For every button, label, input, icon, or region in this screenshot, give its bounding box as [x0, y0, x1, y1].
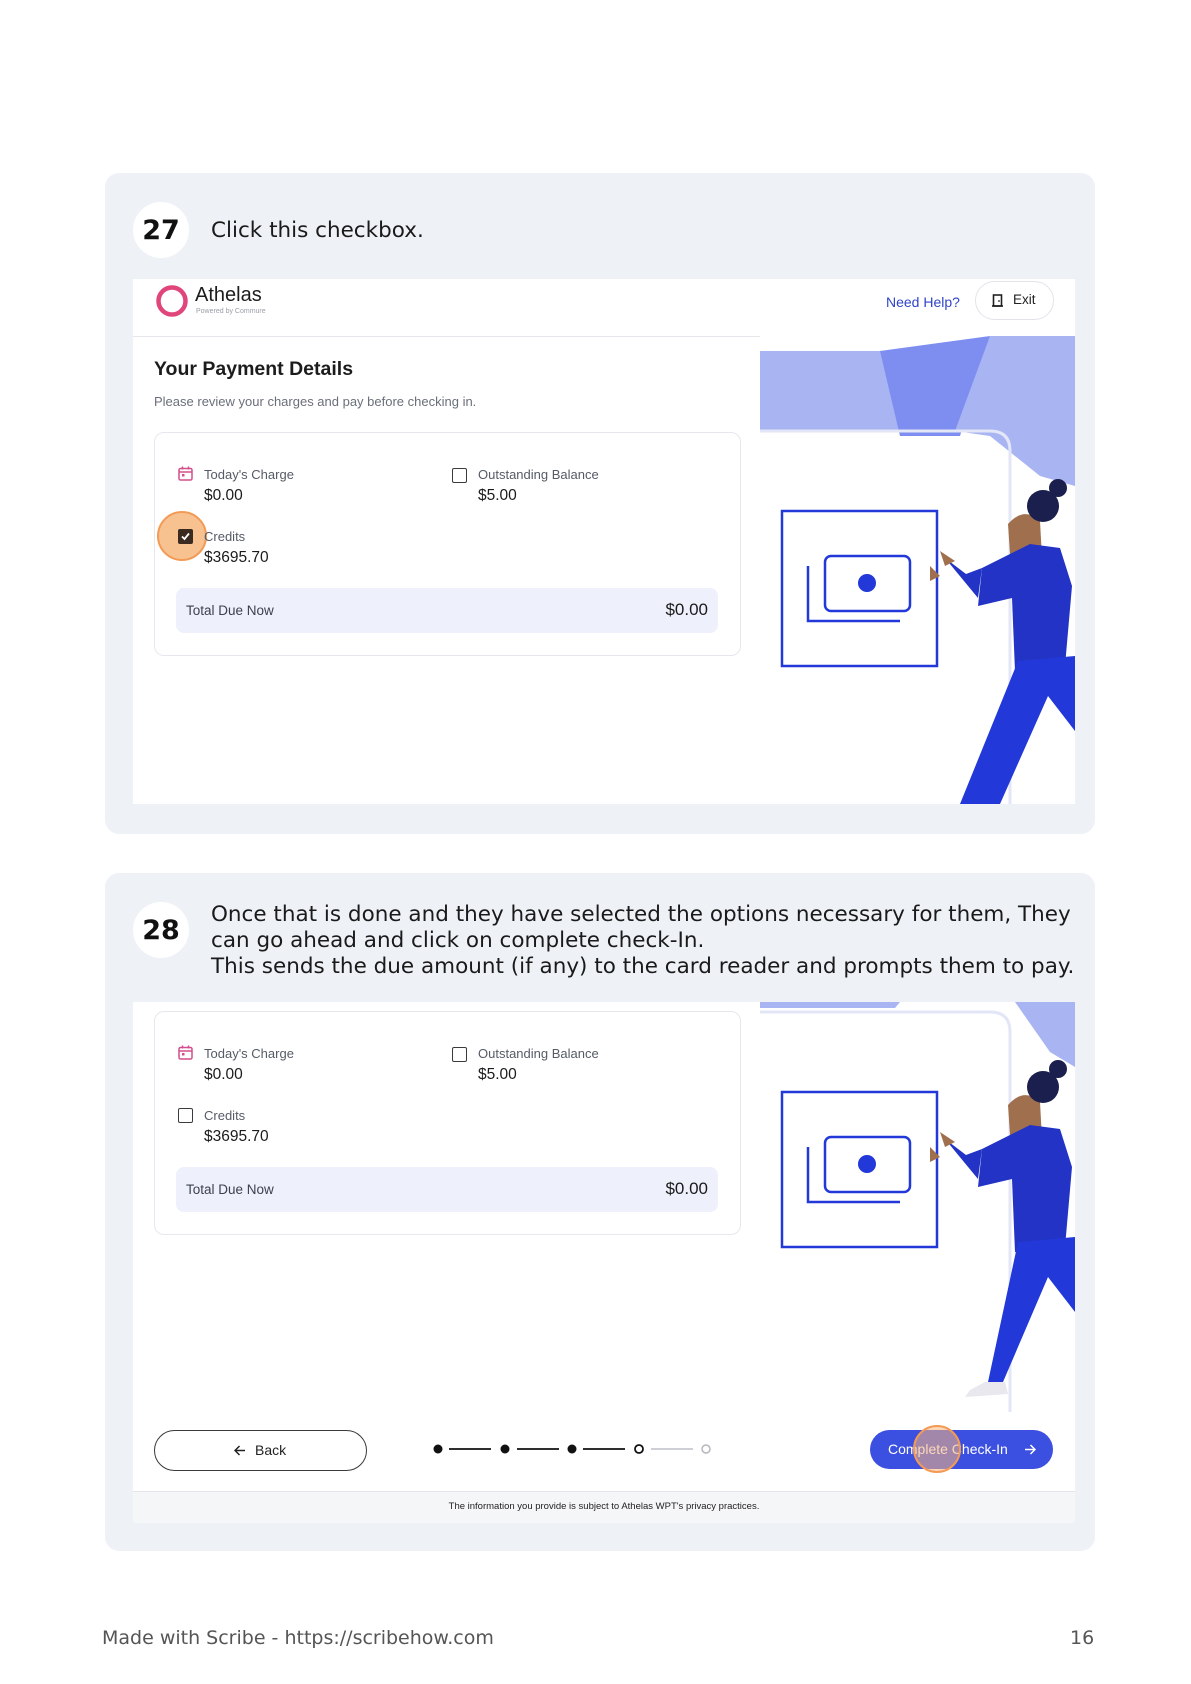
credits-checkbox[interactable] [178, 529, 193, 544]
step-instruction: Click this checkbox. [211, 218, 424, 243]
complete-check-in-button[interactable]: Complete Check-In [870, 1425, 1053, 1473]
exit-label: Exit [1013, 292, 1036, 307]
credits-checkbox[interactable] [178, 1108, 193, 1123]
todays-charge-label: Today's Charge [204, 467, 294, 482]
credits-value: $3695.70 [204, 1128, 269, 1145]
step-instruction-line-2: can go ahead and click on complete check… [211, 928, 705, 953]
arrow-left-icon [234, 1445, 245, 1456]
outstanding-balance-checkbox[interactable] [452, 468, 467, 483]
made-with-scribe: Made with Scribe - https://scribehow.com [102, 1627, 494, 1649]
exit-button[interactable]: Exit [975, 281, 1054, 320]
step-number: 28 [133, 902, 189, 958]
todays-charge-value: $0.00 [204, 487, 243, 504]
page-subtitle: Please review your charges and pay befor… [154, 394, 477, 409]
step-instruction-line-3: This sends the due amount (if any) to th… [211, 954, 1075, 979]
outstanding-balance-value: $5.00 [478, 487, 517, 504]
need-help-link[interactable]: Need Help? [886, 294, 960, 310]
brand-subtitle: Powered by Commure [196, 308, 266, 315]
credits-value: $3695.70 [204, 549, 269, 566]
charges-panel: Today's Charge $0.00 Outstanding Balance… [154, 432, 741, 656]
outstanding-balance-checkbox[interactable] [452, 1047, 467, 1062]
page-number: 16 [1070, 1627, 1095, 1649]
click-highlight [913, 1425, 961, 1473]
todays-charge-label: Today's Charge [204, 1046, 294, 1061]
total-due-label: Total Due Now [186, 603, 274, 618]
credits-label: Credits [204, 1108, 246, 1123]
arrow-right-icon [1025, 1444, 1036, 1455]
total-due-bar: Total Due Now $0.00 [176, 588, 718, 633]
calendar-icon [178, 466, 193, 481]
payment-illustration [760, 336, 1075, 804]
privacy-footer: The information you provide is subject t… [133, 1491, 1075, 1523]
step-number: 27 [133, 202, 189, 258]
outstanding-balance-value: $5.00 [478, 1066, 517, 1083]
total-due-value: $0.00 [665, 600, 708, 619]
step-instruction-line-1: Once that is done and they have selected… [211, 902, 1071, 927]
total-due-label: Total Due Now [186, 1182, 274, 1197]
outstanding-balance-label: Outstanding Balance [478, 1046, 599, 1061]
charges-panel: Today's Charge $0.00 Outstanding Balance… [154, 1011, 741, 1235]
athelas-logo-icon [156, 285, 188, 317]
calendar-icon [178, 1045, 193, 1060]
step-card-28: 28 Once that is done and they have selec… [105, 873, 1095, 1551]
total-due-bar: Total Due Now $0.00 [176, 1167, 718, 1212]
total-due-value: $0.00 [665, 1179, 708, 1198]
todays-charge-value: $0.00 [204, 1066, 243, 1083]
progress-stepper [433, 1444, 711, 1454]
back-label: Back [255, 1442, 287, 1458]
step-card-27: 27 Click this checkbox. Athelas Powered … [105, 173, 1095, 834]
checkmark-icon [181, 532, 190, 541]
app-header: Athelas Powered by Commure Need Help? Ex… [133, 279, 1075, 337]
outstanding-balance-label: Outstanding Balance [478, 467, 599, 482]
page-title: Your Payment Details [154, 358, 354, 380]
exit-door-icon [992, 294, 1003, 307]
brand-name: Athelas [195, 284, 262, 306]
payment-illustration [760, 1002, 1075, 1412]
screenshot: Athelas Powered by Commure Need Help? Ex… [133, 279, 1075, 804]
credits-label: Credits [204, 529, 246, 544]
privacy-note: The information you provide is subject t… [448, 1501, 760, 1512]
back-button[interactable]: Back [154, 1430, 367, 1471]
screenshot: Today's Charge $0.00 Outstanding Balance… [133, 1002, 1075, 1523]
